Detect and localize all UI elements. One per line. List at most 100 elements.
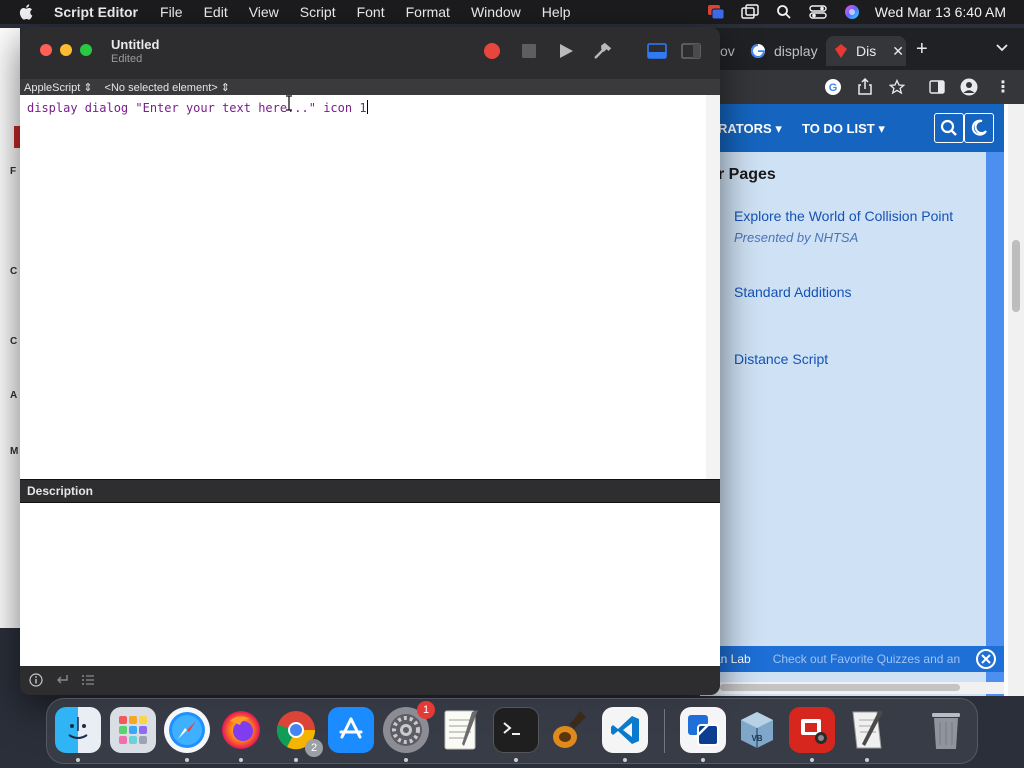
horizontal-scroll-thumb[interactable] — [720, 684, 960, 691]
menu-help[interactable]: Help — [542, 4, 571, 20]
menu-script[interactable]: Script — [300, 4, 336, 20]
stop-button[interactable] — [519, 41, 539, 61]
dock-trash[interactable] — [923, 707, 969, 753]
dock-script-editor[interactable] — [844, 707, 890, 753]
dock-textedit[interactable] — [438, 707, 484, 753]
list-icon[interactable] — [80, 672, 96, 688]
tab-search-chevron-icon[interactable] — [996, 44, 1008, 52]
running-indicator — [623, 758, 627, 762]
menu-edit[interactable]: Edit — [204, 4, 228, 20]
menu-file[interactable]: File — [160, 4, 183, 20]
running-indicator — [239, 758, 243, 762]
moon-icon — [971, 119, 987, 136]
close-tab-icon[interactable]: ✕ — [892, 43, 904, 60]
sidebar-toggle[interactable] — [680, 41, 702, 61]
chrome-tab[interactable]: display — [744, 36, 824, 66]
compile-button[interactable] — [593, 41, 613, 61]
nav-item-generators[interactable]: RATORS ▾ — [718, 121, 782, 137]
reply-icon[interactable] — [54, 672, 70, 688]
side-panel-icon[interactable] — [928, 78, 946, 96]
new-tab-button[interactable]: + — [916, 38, 928, 61]
badge-count: 1 — [417, 701, 435, 719]
link-standard-additions[interactable]: Standard Additions — [734, 284, 852, 300]
zoom-window-button[interactable] — [80, 44, 92, 56]
chrome-menu-icon[interactable]: ⋮ — [994, 78, 1012, 96]
side-pane-icon — [681, 43, 701, 59]
hammer-icon — [594, 42, 612, 59]
record-button[interactable] — [482, 41, 502, 61]
title-bar: Untitled Edited — [20, 27, 720, 79]
running-indicator — [865, 758, 869, 762]
dock-app-store[interactable] — [328, 707, 374, 753]
menu-window[interactable]: Window — [471, 4, 521, 20]
dock-vscode[interactable] — [602, 707, 648, 753]
vertical-scroll-thumb[interactable] — [1012, 240, 1020, 312]
running-indicator — [404, 758, 408, 762]
svg-text:VB: VB — [751, 734, 762, 743]
element-selector[interactable]: <No selected element> ⇕ — [105, 81, 230, 94]
banner-close-button[interactable] — [976, 649, 996, 669]
control-center-icon[interactable] — [809, 3, 827, 21]
dock-chrome[interactable]: 2 — [273, 707, 323, 757]
run-button[interactable] — [556, 41, 576, 61]
running-indicator — [185, 758, 189, 762]
dock-photo-booth[interactable] — [789, 707, 835, 753]
promo-banner[interactable]: an Lab Check out Favorite Quizzes and an — [700, 646, 1004, 672]
bookmark-star-icon[interactable] — [888, 78, 906, 96]
nav-item-todo[interactable]: TO DO LIST ▾ — [802, 121, 885, 137]
site-search-button[interactable] — [934, 113, 964, 143]
screen-share-icon[interactable] — [707, 3, 725, 21]
dock-screen-sharing[interactable] — [680, 707, 726, 753]
apple-menu-icon[interactable] — [18, 3, 36, 21]
dock-virtualbox[interactable]: VB — [734, 707, 780, 753]
document-title: Untitled — [111, 37, 160, 52]
description-header[interactable]: Description — [20, 479, 720, 503]
site-content: r Pages Explore the World of Collision P… — [700, 152, 986, 696]
siri-icon[interactable] — [843, 3, 861, 21]
tab-title: display — [774, 43, 818, 59]
dock-terminal[interactable] — [493, 707, 539, 753]
description-text-area[interactable] — [20, 503, 720, 666]
profile-icon[interactable] — [960, 78, 978, 96]
close-window-button[interactable] — [40, 44, 52, 56]
running-indicator — [76, 758, 80, 762]
window-icon[interactable] — [741, 3, 759, 21]
google-icon — [750, 43, 765, 58]
running-indicator — [701, 758, 705, 762]
dock-firefox[interactable] — [218, 707, 264, 753]
dock-safari[interactable] — [164, 707, 210, 753]
dock-system-settings[interactable]: 1 — [383, 701, 435, 753]
dock-finder[interactable] — [55, 707, 101, 753]
menubar-clock[interactable]: Wed Mar 13 6:40 AM — [875, 4, 1006, 20]
dock-launchpad[interactable] — [110, 707, 156, 753]
dock-separator — [664, 709, 665, 753]
script-text-area[interactable]: display dialog "Enter your text here..."… — [20, 95, 706, 479]
language-selector[interactable]: AppleScript ⇕ — [24, 81, 93, 94]
chevron-updown-icon: ⇕ — [83, 81, 93, 94]
chrome-tab-active[interactable]: Dis ✕ — [826, 36, 906, 66]
chrome-tab[interactable]: ov — [720, 36, 740, 66]
text-caret — [366, 100, 368, 114]
link-collision-point[interactable]: Explore the World of Collision Point — [734, 208, 953, 224]
minimize-window-button[interactable] — [60, 44, 72, 56]
share-icon[interactable] — [856, 78, 874, 96]
app-name-menu[interactable]: Script Editor — [54, 4, 138, 20]
log-pane-toggle[interactable] — [646, 41, 668, 61]
menu-format[interactable]: Format — [406, 4, 450, 20]
dock-garageband[interactable] — [547, 707, 593, 753]
info-icon[interactable] — [28, 672, 44, 688]
guitar-icon — [553, 711, 586, 748]
link-distance-script[interactable]: Distance Script — [734, 351, 828, 367]
trash-icon — [932, 713, 960, 749]
script-code[interactable]: display dialog "Enter your text here..."… — [27, 100, 368, 115]
dark-mode-button[interactable] — [964, 113, 994, 143]
link-subtitle: Presented by NHTSA — [734, 230, 859, 245]
editor-scrollbar[interactable] — [706, 95, 720, 479]
search-icon[interactable] — [775, 3, 793, 21]
vertical-scrollbar[interactable] — [1008, 104, 1024, 696]
sidebar-accent — [986, 152, 1004, 696]
terminal-icon — [503, 722, 520, 735]
menu-font[interactable]: Font — [357, 4, 385, 20]
menu-view[interactable]: View — [249, 4, 279, 20]
google-lens-icon[interactable]: G — [824, 78, 842, 96]
